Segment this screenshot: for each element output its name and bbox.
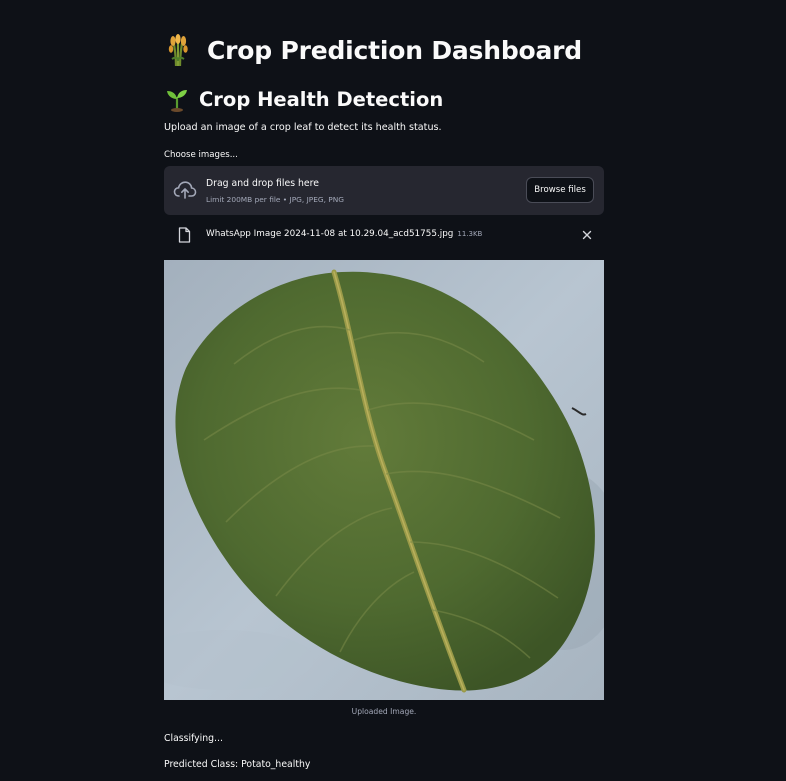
uploader-label: Choose images... <box>164 150 238 160</box>
section-title-text: Crop Health Detection <box>199 87 444 111</box>
close-icon[interactable] <box>580 228 594 242</box>
prediction-result: Predicted Class: Potato_healthy <box>164 759 311 770</box>
uploaded-file-name: WhatsApp Image 2024-11-08 at 10.29.04_ac… <box>206 229 482 239</box>
file-name-text: WhatsApp Image 2024-11-08 at 10.29.04_ac… <box>206 229 454 239</box>
cloud-upload-icon <box>173 181 197 199</box>
status-message: Classifying... <box>164 733 223 744</box>
file-icon <box>178 227 191 243</box>
dropzone-limit: Limit 200MB per file • JPG, JPEG, PNG <box>206 195 345 204</box>
section-description: Upload an image of a crop leaf to detect… <box>164 122 442 133</box>
browse-files-button[interactable]: Browse files <box>526 177 594 203</box>
leaf-image <box>164 260 604 700</box>
file-dropzone[interactable]: Drag and drop files here Limit 200MB per… <box>164 166 604 215</box>
page-title: Crop Prediction Dashboard <box>164 30 582 70</box>
uploaded-image <box>164 260 604 700</box>
sheaf-of-rice-icon <box>168 34 188 67</box>
file-size: 11.3KB <box>457 230 483 238</box>
image-caption: Uploaded Image. <box>351 707 417 716</box>
section-title: Crop Health Detection <box>164 84 443 114</box>
dropzone-instructions: Drag and drop files here <box>206 178 319 189</box>
seedling-icon <box>167 90 187 112</box>
uploaded-file-item: WhatsApp Image 2024-11-08 at 10.29.04_ac… <box>164 224 604 246</box>
page-title-text: Crop Prediction Dashboard <box>207 35 583 65</box>
